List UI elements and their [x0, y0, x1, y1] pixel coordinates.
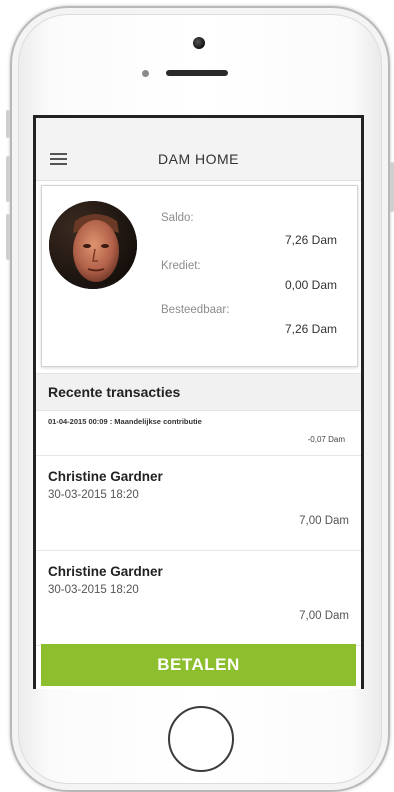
side-button-right	[390, 162, 394, 212]
side-button-left-bottom	[6, 214, 10, 260]
list-item[interactable]: Christine Gardner 30-03-2015 18:20 7,00 …	[36, 550, 361, 646]
recent-transactions-header: Recente transacties	[36, 373, 361, 411]
saldo-value: 7,26 Dam	[284, 233, 337, 247]
section-title: Recente transacties	[48, 384, 181, 400]
krediet-value: 0,00 Dam	[284, 278, 337, 292]
transaction-amount: -0,07 Dam	[307, 435, 345, 444]
balance-card: Saldo: 7,26 Dam Krediet: 0,00 Dam Bestee…	[41, 185, 358, 367]
list-item[interactable]: 01-04-2015 00:09 : Maandelijkse contribu…	[36, 409, 361, 456]
phone-screen: DAM HOME Saldo: 7,26 Dam Krediet: 0,00 D…	[33, 115, 364, 689]
pay-button[interactable]: BETALEN	[41, 644, 356, 686]
avatar-photo	[49, 201, 137, 289]
top-bar: DAM HOME	[36, 118, 361, 181]
krediet-label: Krediet:	[161, 260, 201, 272]
transaction-description: 01-04-2015 00:09 : Maandelijkse contribu…	[48, 417, 202, 426]
earpiece-speaker	[166, 70, 228, 76]
transaction-amount: 7,00 Dam	[299, 515, 349, 527]
side-button-left-mid	[6, 156, 10, 202]
besteedbaar-value: 7,26 Dam	[284, 322, 337, 336]
proximity-sensor	[142, 70, 149, 77]
transaction-amount: 7,00 Dam	[299, 610, 349, 622]
side-button-left-top	[6, 110, 10, 138]
transaction-date: 30-03-2015 18:20	[48, 489, 139, 501]
list-item[interactable]: Christine Gardner 30-03-2015 18:20 7,00 …	[36, 455, 361, 551]
home-button[interactable]	[168, 706, 234, 772]
avatar	[49, 201, 137, 289]
page-title: DAM HOME	[158, 151, 239, 167]
saldo-label: Saldo:	[161, 212, 194, 224]
transaction-date: 30-03-2015 18:20	[48, 584, 139, 596]
app-view: DAM HOME Saldo: 7,26 Dam Krediet: 0,00 D…	[36, 118, 361, 689]
transaction-name: Christine Gardner	[48, 469, 163, 484]
front-camera-icon	[193, 37, 205, 49]
transaction-name: Christine Gardner	[48, 564, 163, 579]
besteedbaar-label: Besteedbaar:	[161, 304, 230, 316]
